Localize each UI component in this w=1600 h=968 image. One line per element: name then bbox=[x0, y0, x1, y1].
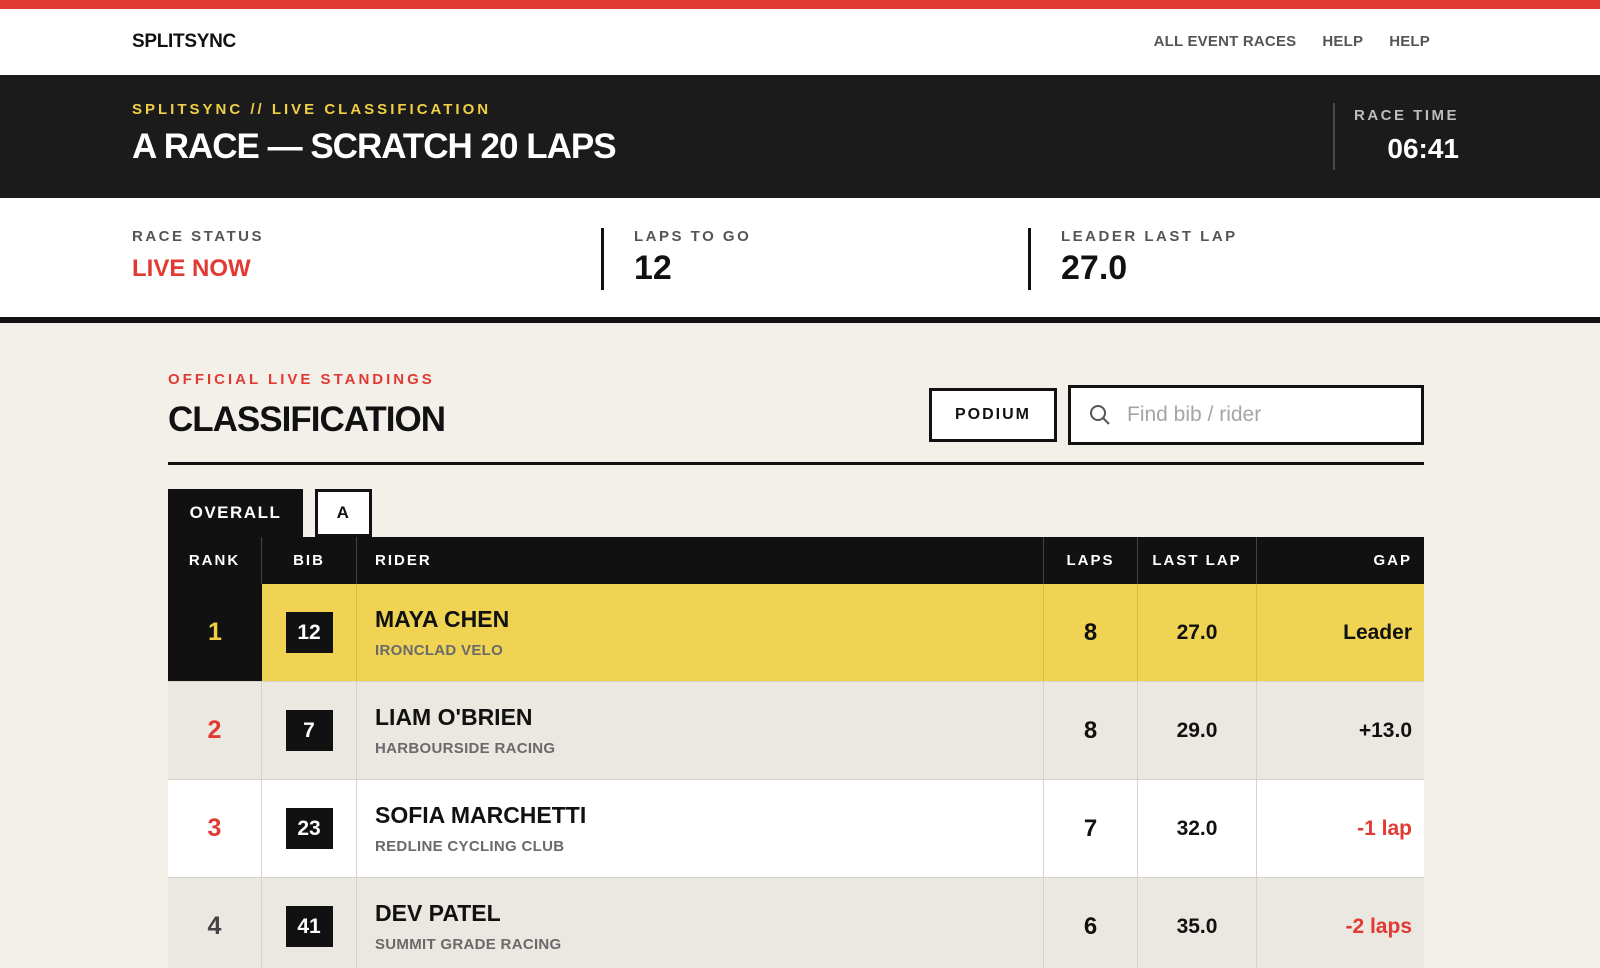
bib-badge: 23 bbox=[285, 808, 333, 849]
gap-cell: -2 laps bbox=[1345, 914, 1412, 938]
leader-last-lap-label: LEADER LAST LAP bbox=[1061, 228, 1238, 245]
rank-cell: 2 bbox=[168, 682, 262, 779]
race-time-block: RACE TIME 06:41 bbox=[1333, 103, 1459, 170]
nav-link-all-event-races[interactable]: ALL EVENT RACES bbox=[1154, 33, 1297, 50]
top-nav: SPLITSYNC ALL EVENT RACES HELP HELP bbox=[0, 9, 1600, 75]
race-time-value: 06:41 bbox=[1387, 133, 1459, 164]
race-status-stat: RACE STATUS LIVE NOW bbox=[132, 228, 264, 283]
gap-cell: -1 lap bbox=[1357, 816, 1412, 840]
table-header: RANK BIB RIDER LAPS LAST LAP GAP bbox=[168, 537, 1424, 584]
rider-name[interactable]: DEV PATEL bbox=[375, 900, 501, 927]
nav-links: ALL EVENT RACES HELP HELP bbox=[1154, 33, 1430, 50]
classification-title: CLASSIFICATION bbox=[168, 400, 446, 439]
classification-table: RANK BIB RIDER LAPS LAST LAP GAP 1 12 MA… bbox=[168, 537, 1424, 968]
bib-cell: 12 bbox=[262, 584, 357, 681]
laps-cell: 6 bbox=[1044, 878, 1138, 968]
laps-cell: 7 bbox=[1044, 780, 1138, 877]
bib-badge: 7 bbox=[285, 710, 333, 751]
rider-cell: MAYA CHEN IRONCLAD VELO bbox=[357, 584, 1044, 681]
tab-overall[interactable]: OVERALL bbox=[168, 489, 303, 537]
rider-cell: SOFIA MARCHETTI REDLINE CYCLING CLUB bbox=[357, 780, 1044, 877]
bib-cell: 7 bbox=[262, 682, 357, 779]
bib-cell: 41 bbox=[262, 878, 357, 968]
leader-last-lap-stat: LEADER LAST LAP 27.0 bbox=[1028, 228, 1238, 290]
laps-to-go-label: LAPS TO GO bbox=[634, 228, 752, 245]
header-rank[interactable]: RANK bbox=[168, 537, 262, 584]
race-stats-bar: RACE STATUS LIVE NOW LAPS TO GO 12 LEADE… bbox=[0, 198, 1600, 323]
rider-name[interactable]: MAYA CHEN bbox=[375, 606, 509, 633]
header-laps[interactable]: LAPS bbox=[1044, 537, 1138, 584]
search-input[interactable] bbox=[1127, 403, 1397, 427]
race-kicker: SPLITSYNC // LIVE CLASSIFICATION bbox=[132, 101, 492, 118]
table-row[interactable]: 3 23 SOFIA MARCHETTI REDLINE CYCLING CLU… bbox=[168, 780, 1424, 878]
section-divider bbox=[168, 462, 1424, 465]
bib-badge: 12 bbox=[285, 612, 333, 653]
laps-to-go-stat: LAPS TO GO 12 bbox=[601, 228, 751, 290]
laps-cell: 8 bbox=[1044, 584, 1138, 681]
table-row[interactable]: 2 7 LIAM O'BRIEN HARBOURSIDE RACING 8 29… bbox=[168, 682, 1424, 780]
leader-last-lap-value: 27.0 bbox=[1061, 249, 1128, 287]
header-bib[interactable]: BIB bbox=[262, 537, 357, 584]
rider-name[interactable]: LIAM O'BRIEN bbox=[375, 704, 533, 731]
gap-cell: +13.0 bbox=[1358, 718, 1412, 742]
race-status-value: LIVE NOW bbox=[132, 255, 251, 282]
bib-badge: 41 bbox=[285, 906, 333, 947]
nav-link-help-2[interactable]: HELP bbox=[1389, 33, 1430, 50]
last-lap-cell: 29.0 bbox=[1138, 682, 1257, 779]
race-header: SPLITSYNC // LIVE CLASSIFICATION A RACE … bbox=[0, 75, 1600, 198]
header-last-lap[interactable]: LAST LAP bbox=[1138, 537, 1257, 584]
rider-cell: DEV PATEL SUMMIT GRADE RACING bbox=[357, 878, 1044, 968]
gap-cell: Leader bbox=[1343, 620, 1412, 644]
rank-cell: 1 bbox=[168, 584, 262, 681]
rider-team: SUMMIT GRADE RACING bbox=[375, 936, 562, 953]
table-row[interactable]: 1 12 MAYA CHEN IRONCLAD VELO 8 27.0 Lead… bbox=[168, 584, 1424, 682]
last-lap-cell: 32.0 bbox=[1138, 780, 1257, 877]
brand-logo[interactable]: SPLITSYNC bbox=[132, 31, 236, 53]
search-icon bbox=[1090, 405, 1110, 425]
tab-a[interactable]: A bbox=[315, 489, 372, 537]
race-title: A RACE — SCRATCH 20 LAPS bbox=[132, 127, 617, 166]
laps-cell: 8 bbox=[1044, 682, 1138, 779]
rider-team: HARBOURSIDE RACING bbox=[375, 740, 556, 757]
standings-kicker: OFFICIAL LIVE STANDINGS bbox=[168, 371, 435, 388]
header-rider[interactable]: RIDER bbox=[357, 537, 1044, 584]
rider-team: REDLINE CYCLING CLUB bbox=[375, 838, 565, 855]
table-row[interactable]: 4 41 DEV PATEL SUMMIT GRADE RACING 6 35.… bbox=[168, 878, 1424, 968]
search-box[interactable] bbox=[1068, 385, 1424, 445]
rider-team: IRONCLAD VELO bbox=[375, 642, 504, 659]
laps-to-go-value: 12 bbox=[634, 249, 672, 287]
header-gap[interactable]: GAP bbox=[1257, 537, 1424, 584]
rider-name[interactable]: SOFIA MARCHETTI bbox=[375, 802, 586, 829]
rank-cell: 3 bbox=[168, 780, 262, 877]
race-time-label: RACE TIME bbox=[1354, 107, 1459, 124]
last-lap-cell: 35.0 bbox=[1138, 878, 1257, 968]
top-accent-bar bbox=[0, 0, 1600, 9]
rider-cell: LIAM O'BRIEN HARBOURSIDE RACING bbox=[357, 682, 1044, 779]
rank-cell: 4 bbox=[168, 878, 262, 968]
race-status-label: RACE STATUS bbox=[132, 228, 264, 245]
podium-button[interactable]: PODIUM bbox=[929, 388, 1057, 442]
last-lap-cell: 27.0 bbox=[1138, 584, 1257, 681]
nav-link-help[interactable]: HELP bbox=[1322, 33, 1363, 50]
bib-cell: 23 bbox=[262, 780, 357, 877]
